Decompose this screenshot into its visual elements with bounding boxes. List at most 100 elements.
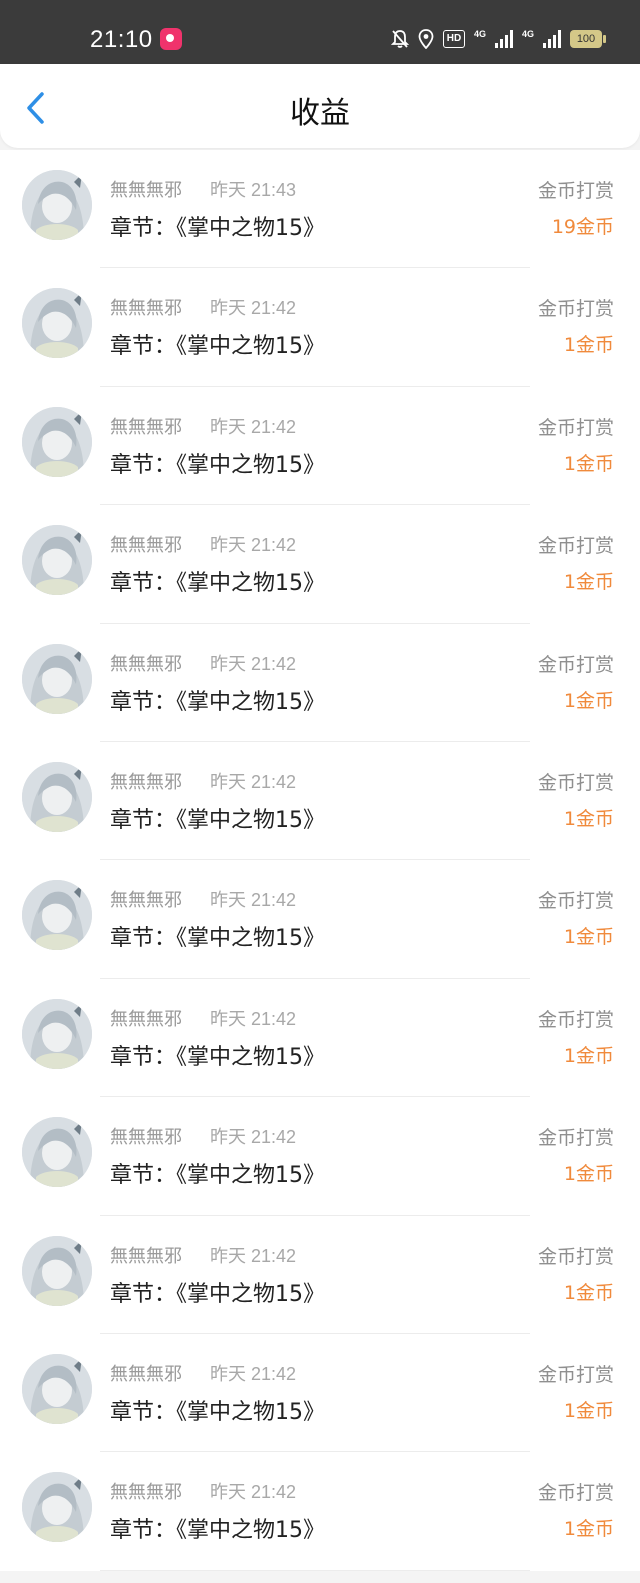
chapter-title: 章节：《掌中之物15》	[110, 926, 325, 952]
timestamp: 昨天 21:42	[210, 653, 297, 674]
list-item[interactable]: 無無無邪 昨天 21:42 章节：《掌中之物15》 金币打赏 1金币	[0, 1097, 640, 1216]
signal-icon-2	[543, 30, 561, 48]
chapter-title: 章节：《掌中之物15》	[110, 571, 325, 597]
username: 無無無邪	[110, 653, 182, 675]
timestamp: 昨天 21:42	[210, 1363, 297, 1384]
avatar	[22, 170, 92, 240]
reward-amount: 1金币	[563, 571, 614, 594]
reward-amount: 1金币	[563, 334, 614, 357]
reward-type: 金币打赏	[537, 416, 614, 439]
reward-type: 金币打赏	[537, 653, 614, 676]
username: 無無無邪	[110, 1127, 182, 1149]
status-bar: 21:10 HD 4G 4G 100	[0, 0, 640, 64]
timestamp: 昨天 21:42	[210, 771, 297, 792]
list-item[interactable]: 無無無邪 昨天 21:42 章节：《掌中之物15》 金币打赏 1金币	[0, 1215, 640, 1334]
bell-muted-icon	[390, 30, 409, 48]
reward-type: 金币打赏	[537, 1363, 614, 1386]
app-notification-icon	[160, 28, 182, 50]
timestamp: 昨天 21:42	[210, 1245, 297, 1266]
list-item[interactable]: 無無無邪 昨天 21:42 章节：《掌中之物15》 金币打赏 1金币	[0, 1452, 640, 1571]
list-item[interactable]: 無無無邪 昨天 21:42 章节：《掌中之物15》 金币打赏 1金币	[0, 268, 640, 387]
avatar	[22, 525, 92, 596]
reward-amount: 1金币	[563, 926, 614, 949]
avatar	[22, 1353, 92, 1424]
status-time: 21:10	[90, 26, 153, 53]
avatar	[22, 1235, 92, 1306]
username: 無無無邪	[110, 416, 182, 438]
list-item[interactable]: 無無無邪 昨天 21:42 章节：《掌中之物15》 金币打赏 1金币	[0, 1333, 640, 1453]
network-type-1: 4G	[473, 29, 486, 39]
username: 無無無邪	[110, 1245, 182, 1267]
list-item[interactable]: 無無無邪 昨天 21:42 章节：《掌中之物15》 金币打赏 1金币	[0, 860, 640, 979]
chapter-title: 章节：《掌中之物15》	[110, 1399, 325, 1425]
list-item[interactable]: 無無無邪 昨天 21:42 章节：《掌中之物15》 金币打赏 1金币	[0, 386, 640, 506]
reward-amount: 1金币	[563, 1518, 614, 1541]
reward-type: 金币打赏	[537, 1482, 614, 1505]
location-icon	[418, 29, 434, 49]
chapter-title: 章节：《掌中之物15》	[110, 1281, 325, 1307]
timestamp: 昨天 21:42	[210, 1008, 297, 1029]
list-item[interactable]: 無無無邪 昨天 21:42 章节：《掌中之物15》 金币打赏 1金币	[0, 741, 640, 861]
timestamp: 昨天 21:42	[210, 298, 297, 319]
reward-amount: 1金币	[563, 1163, 614, 1186]
list-item[interactable]: 無無無邪 昨天 21:42 章节：《掌中之物15》 金币打赏 1金币	[0, 623, 640, 742]
reward-amount: 1金币	[563, 1044, 614, 1067]
reward-amount: 1金币	[563, 452, 614, 475]
reward-type: 金币打赏	[537, 535, 614, 558]
chapter-title: 章节：《掌中之物15》	[110, 1163, 325, 1189]
username: 無無無邪	[110, 535, 182, 557]
avatar	[22, 1117, 92, 1188]
username: 無無無邪	[110, 890, 182, 912]
avatar	[22, 643, 92, 714]
chapter-title: 章节：《掌中之物15》	[110, 216, 325, 241]
avatar	[22, 406, 92, 477]
username: 無無無邪	[110, 298, 182, 320]
username: 無無無邪	[110, 1482, 182, 1504]
chapter-title: 章节：《掌中之物15》	[110, 1518, 325, 1544]
reward-type: 金币打赏	[537, 298, 614, 321]
app-header: 收益	[0, 64, 640, 148]
timestamp: 昨天 21:42	[210, 1482, 297, 1503]
username: 無無無邪	[110, 771, 182, 793]
avatar	[22, 761, 92, 832]
chapter-title: 章节：《掌中之物15》	[110, 807, 325, 833]
avatar	[22, 1472, 92, 1543]
avatar	[22, 288, 92, 359]
reward-amount: 1金币	[563, 689, 614, 712]
reward-type: 金币打赏	[537, 180, 614, 202]
username: 無無無邪	[110, 1363, 182, 1385]
timestamp: 昨天 21:42	[210, 890, 297, 911]
chapter-title: 章节：《掌中之物15》	[110, 1044, 325, 1070]
list-item[interactable]: 無無無邪 昨天 21:43 章节：《掌中之物15》 金币打赏 19金币	[0, 150, 640, 269]
hd-voice-icon: HD	[442, 30, 465, 48]
network-type-2: 4G	[521, 29, 534, 39]
reward-type: 金币打赏	[537, 771, 614, 794]
username: 無無無邪	[110, 1008, 182, 1030]
chapter-title: 章节：《掌中之物15》	[110, 452, 325, 478]
timestamp: 昨天 21:42	[210, 416, 297, 437]
avatar	[22, 998, 92, 1069]
reward-type: 金币打赏	[537, 1245, 614, 1268]
list-item[interactable]: 無無無邪 昨天 21:42 章节：《掌中之物15》 金币打赏 1金币	[0, 978, 640, 1098]
status-icons: HD 4G 4G 100	[390, 26, 606, 52]
username: 無無無邪	[110, 180, 182, 201]
page-title: 收益	[290, 96, 350, 131]
chapter-title: 章节：《掌中之物15》	[110, 689, 325, 715]
earnings-list: 無無無邪 昨天 21:43 章节：《掌中之物15》 金币打赏 19金币 無無無邪…	[0, 150, 640, 1571]
timestamp: 昨天 21:42	[210, 535, 297, 556]
avatar	[22, 880, 92, 951]
divider	[100, 1569, 530, 1571]
timestamp: 昨天 21:43	[210, 180, 297, 200]
reward-amount: 19金币	[551, 216, 614, 238]
timestamp: 昨天 21:42	[210, 1127, 297, 1148]
list-item[interactable]: 無無無邪 昨天 21:42 章节：《掌中之物15》 金币打赏 1金币	[0, 505, 640, 624]
signal-icon-1	[494, 30, 513, 48]
reward-type: 金币打赏	[537, 1127, 614, 1150]
reward-type: 金币打赏	[537, 1008, 614, 1031]
reward-amount: 1金币	[563, 1281, 614, 1304]
reward-amount: 1金币	[563, 807, 614, 830]
battery-icon: 100	[570, 30, 606, 48]
reward-type: 金币打赏	[537, 890, 614, 913]
chapter-title: 章节：《掌中之物15》	[110, 334, 325, 360]
reward-amount: 1金币	[563, 1399, 614, 1422]
